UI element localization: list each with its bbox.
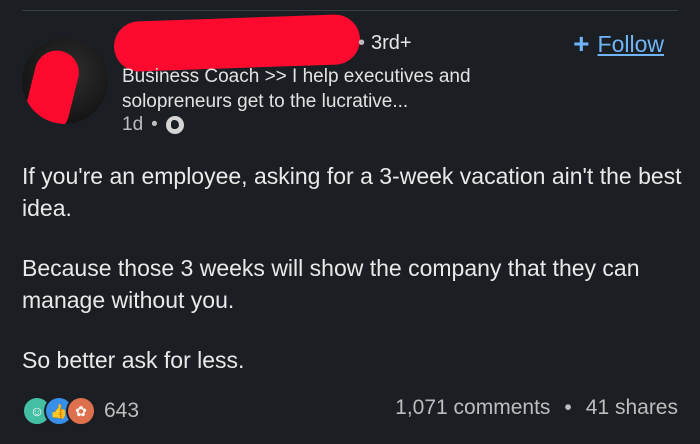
globe-icon	[165, 116, 184, 134]
degree-separator: •	[358, 32, 366, 54]
connection-degree: • 3rd+	[358, 32, 412, 55]
post-paragraph: So better ask for less.	[22, 347, 245, 373]
top-divider	[22, 10, 678, 11]
post-body: If you're an employee, asking for a 3-we…	[22, 160, 682, 404]
author-headline: Business Coach >> I help executives and …	[122, 66, 471, 112]
stats-separator: •	[564, 396, 572, 419]
insightful-icon: ✿	[66, 396, 96, 426]
post-meta: 1d •	[122, 114, 184, 136]
author-avatar[interactable]	[22, 38, 108, 124]
post-paragraph: If you're an employee, asking for a 3-we…	[22, 163, 682, 221]
degree-label: 3rd+	[371, 32, 412, 54]
meta-separator: •	[151, 114, 158, 135]
plus-icon: +	[573, 28, 590, 59]
shares-count[interactable]: 41 shares	[586, 396, 678, 420]
post-time: 1d	[122, 114, 144, 135]
follow-button[interactable]: + Follow	[573, 30, 664, 58]
comments-count[interactable]: 1,071 comments	[395, 396, 550, 420]
reaction-count: 643	[104, 399, 140, 422]
post-stats: 1,071 comments • 41 shares	[395, 396, 678, 420]
avatar-redaction	[22, 45, 84, 124]
post-paragraph: Because those 3 weeks will show the comp…	[22, 255, 640, 313]
follow-label: Follow	[597, 30, 664, 57]
reactions-summary[interactable]: ☺ 👍 ✿ 643	[22, 396, 139, 426]
